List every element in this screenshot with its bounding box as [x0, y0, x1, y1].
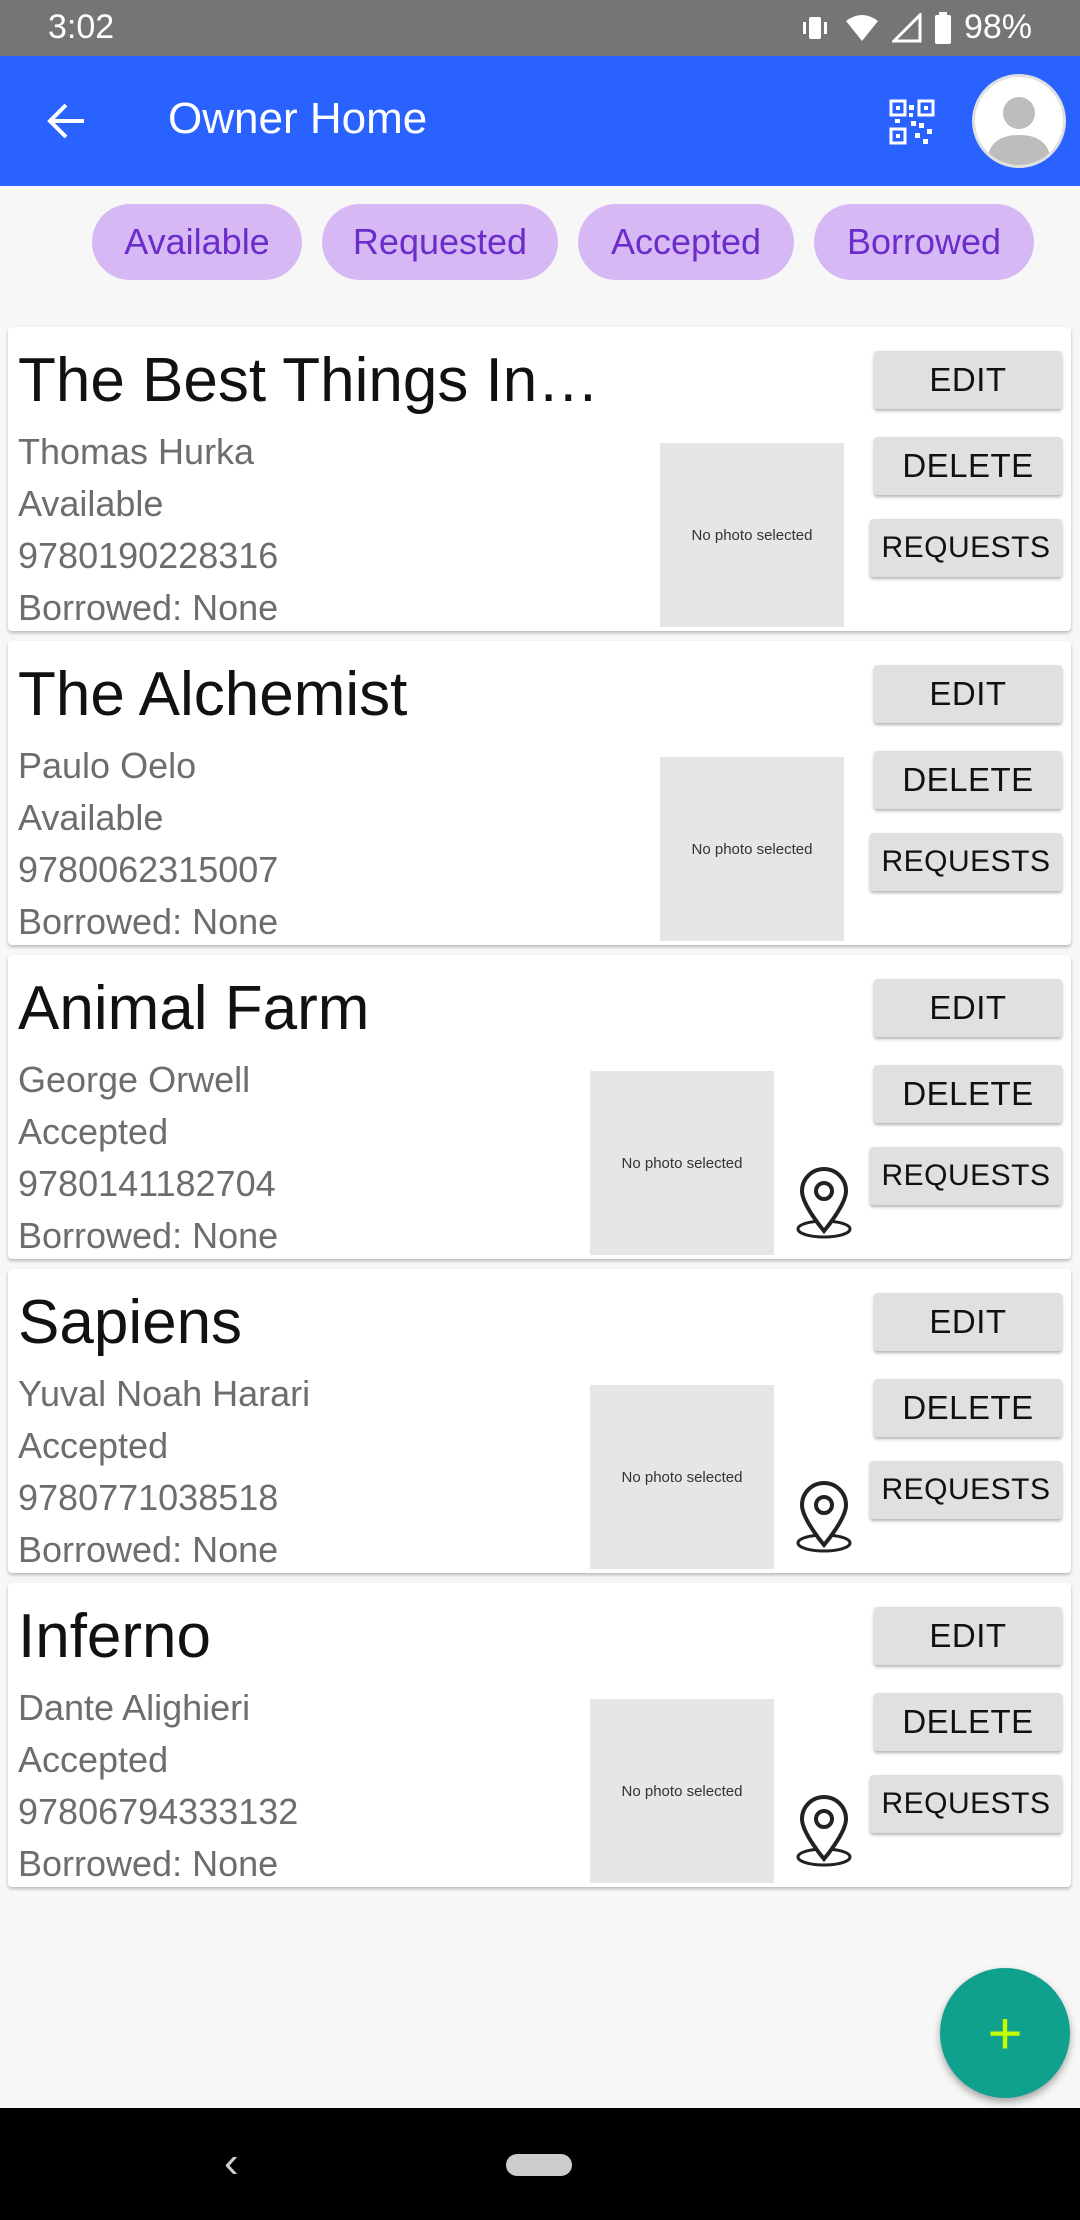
qr-scan-button[interactable]	[880, 90, 944, 154]
delete-button[interactable]: DELETE	[874, 1693, 1062, 1751]
qr-code-icon	[889, 99, 935, 145]
book-isbn: 97806794333132	[18, 1791, 299, 1832]
edit-button[interactable]: EDIT	[874, 979, 1062, 1037]
requests-button[interactable]: REQUESTS	[870, 519, 1062, 577]
book-photo: No photo selected	[590, 1071, 774, 1255]
book-borrowed: Borrowed: None	[18, 1529, 279, 1570]
book-author: Dante Alighieri	[18, 1687, 251, 1728]
book-author: George Orwell	[18, 1059, 251, 1100]
book-title: Inferno	[18, 1602, 212, 1671]
book-card[interactable]: Animal Farm George Orwell Accepted 97801…	[8, 955, 1071, 1259]
book-status: Available	[18, 483, 164, 524]
location-pin-icon[interactable]	[792, 1479, 856, 1553]
edit-button[interactable]: EDIT	[874, 665, 1062, 723]
wifi-icon	[845, 14, 878, 41]
book-card[interactable]: The Alchemist Paulo Oelo Available 97800…	[8, 641, 1071, 945]
status-bar: 3:02 98%	[0, 0, 1080, 56]
status-icons: 98%	[798, 8, 1032, 47]
edit-button[interactable]: EDIT	[874, 1607, 1062, 1665]
back-arrow-icon	[47, 103, 84, 139]
status-time: 3:02	[48, 8, 115, 46]
delete-button[interactable]: DELETE	[874, 1065, 1062, 1123]
book-author: Paulo Oelo	[18, 745, 197, 786]
book-photo: No photo selected	[660, 757, 844, 941]
book-status: Accepted	[18, 1739, 169, 1780]
filter-chips: Available Requested Accepted Borrowed	[0, 204, 1080, 282]
nav-home-pill[interactable]	[506, 2154, 572, 2176]
delete-button[interactable]: DELETE	[874, 1379, 1062, 1437]
back-button[interactable]	[34, 89, 98, 153]
location-pin-icon[interactable]	[792, 1793, 856, 1867]
app-bar: Owner Home	[0, 56, 1080, 186]
nav-back-icon[interactable]: ‹	[224, 2138, 239, 2188]
book-title: Sapiens	[18, 1288, 243, 1357]
chip-available[interactable]: Available	[92, 204, 302, 280]
chip-requested[interactable]: Requested	[322, 204, 558, 280]
edit-button[interactable]: EDIT	[874, 351, 1062, 409]
avatar[interactable]	[972, 74, 1066, 168]
book-borrowed: Borrowed: None	[18, 587, 279, 628]
book-photo: No photo selected	[590, 1385, 774, 1569]
location-pin-icon[interactable]	[792, 1165, 856, 1239]
edit-button[interactable]: EDIT	[874, 1293, 1062, 1351]
requests-button[interactable]: REQUESTS	[870, 1461, 1062, 1519]
book-borrowed: Borrowed: None	[18, 901, 279, 942]
plus-icon: +	[987, 1999, 1023, 2067]
book-photo: No photo selected	[590, 1699, 774, 1883]
book-isbn: 9780771038518	[18, 1477, 279, 1518]
book-title: The Best Things In…	[18, 346, 600, 415]
book-author: Thomas Hurka	[18, 431, 255, 472]
battery-icon	[934, 11, 951, 44]
book-status: Available	[18, 797, 164, 838]
book-card[interactable]: Inferno Dante Alighieri Accepted 9780679…	[8, 1583, 1071, 1887]
book-photo: No photo selected	[660, 443, 844, 627]
chip-borrowed[interactable]: Borrowed	[814, 204, 1034, 280]
book-isbn: 9780062315007	[18, 849, 279, 890]
requests-button[interactable]: REQUESTS	[870, 833, 1062, 891]
book-card[interactable]: The Best Things In… Thomas Hurka Availab…	[8, 327, 1071, 631]
vibrate-icon	[802, 16, 827, 39]
add-book-button[interactable]: +	[940, 1968, 1070, 2098]
battery-percent: 98%	[963, 8, 1032, 46]
requests-button[interactable]: REQUESTS	[870, 1775, 1062, 1833]
book-title: Animal Farm	[18, 974, 370, 1043]
chip-accepted[interactable]: Accepted	[578, 204, 794, 280]
book-card[interactable]: Sapiens Yuval Noah Harari Accepted 97807…	[8, 1269, 1071, 1573]
signal-icon	[891, 12, 922, 42]
book-borrowed: Borrowed: None	[18, 1215, 279, 1256]
book-isbn: 9780141182704	[18, 1163, 276, 1204]
book-borrowed: Borrowed: None	[18, 1843, 279, 1884]
requests-button[interactable]: REQUESTS	[870, 1147, 1062, 1205]
book-author: Yuval Noah Harari	[18, 1373, 311, 1414]
book-title: The Alchemist	[18, 660, 408, 729]
system-nav-bar: ‹	[0, 2108, 1080, 2220]
delete-button[interactable]: DELETE	[874, 437, 1062, 495]
book-status: Accepted	[18, 1425, 169, 1466]
book-isbn: 9780190228316	[18, 535, 279, 576]
page-title: Owner Home	[168, 94, 428, 143]
book-status: Accepted	[18, 1111, 169, 1152]
avatar-icon	[987, 97, 1051, 165]
delete-button[interactable]: DELETE	[874, 751, 1062, 809]
